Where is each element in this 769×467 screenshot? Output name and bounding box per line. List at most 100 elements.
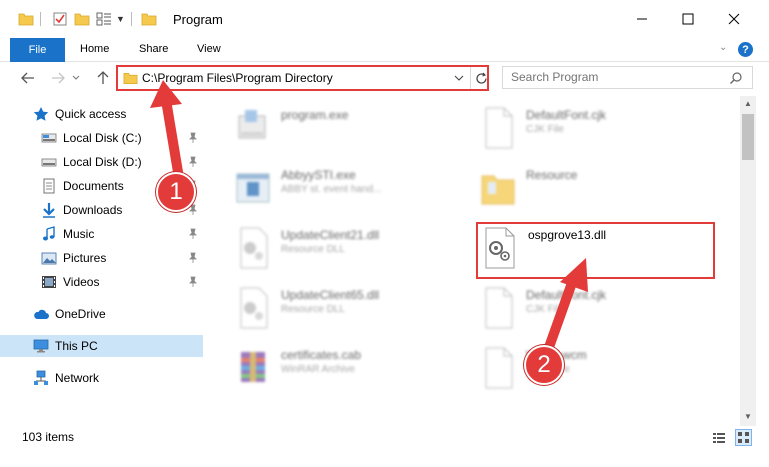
sidebar-item-videos[interactable]: Videos <box>0 271 203 293</box>
file-type: ABBY st. event hand... <box>281 184 382 195</box>
large-icons-view-icon <box>738 432 749 443</box>
pin-icon[interactable] <box>188 276 198 288</box>
file-item[interactable]: UpdateClient21.dll Resource DLL <box>235 222 465 278</box>
search-input[interactable] <box>511 70 721 84</box>
large-icons-view-button[interactable] <box>735 429 752 446</box>
forward-arrow-icon <box>52 72 65 84</box>
file-name: UpdateClient21.dll <box>281 228 380 242</box>
file-item[interactable]: WP12.wcm WCM File <box>480 342 710 398</box>
sidebar-item-label: Documents <box>63 179 124 193</box>
quick-access-dropdown-icon[interactable]: ▼ <box>116 14 125 24</box>
file-name: DefaultFont.cjk <box>526 288 607 302</box>
file-name: program.exe <box>281 108 349 122</box>
file-type: Resource DLL <box>281 244 345 255</box>
file-item[interactable]: program.exe <box>235 102 465 158</box>
cloud-icon <box>34 309 49 319</box>
music-icon <box>43 226 55 241</box>
computer-icon <box>33 339 49 353</box>
minimize-button[interactable] <box>619 0 665 38</box>
dll-icon <box>240 227 268 269</box>
scroll-up-icon[interactable]: ▲ <box>744 99 752 108</box>
sidebar-item-quick-access[interactable]: Quick access <box>0 103 203 125</box>
folder-icon <box>481 175 515 205</box>
file-item[interactable]: AbbyySTI.exe ABBY st. event hand... <box>235 162 465 218</box>
address-bar[interactable]: C:\Program Files\Program Directory <box>116 65 489 91</box>
sidebar-item-onedrive[interactable]: OneDrive <box>0 303 203 325</box>
ribbon-expand-icon[interactable]: ⌄ <box>719 42 727 53</box>
sidebar-item-this-pc[interactable]: This PC <box>0 335 203 357</box>
file-item[interactable]: certificates.cab WinRAR Archive <box>235 342 465 398</box>
tab-view[interactable]: View <box>197 43 221 55</box>
up-button[interactable] <box>93 68 113 88</box>
sidebar-item-local-disk-c[interactable]: Local Disk (C:) <box>0 127 203 149</box>
back-button[interactable] <box>18 68 38 88</box>
archive-icon <box>241 352 265 382</box>
pin-icon[interactable] <box>188 156 198 168</box>
file-name: DefaultFont.cjk <box>526 108 607 122</box>
file-item[interactable]: DefaultFont.cjk CJK File <box>480 282 710 338</box>
address-path[interactable]: C:\Program Files\Program Directory <box>142 71 333 85</box>
refresh-button[interactable] <box>474 70 488 86</box>
ribbon-bar: File Home Share View ⌄ ? <box>0 38 769 62</box>
forward-button[interactable] <box>48 68 68 88</box>
file-icon <box>485 107 513 149</box>
address-folder-icon <box>123 72 138 84</box>
details-view-icon[interactable] <box>712 431 726 445</box>
close-button[interactable] <box>711 0 757 38</box>
star-icon <box>33 107 49 121</box>
file-name: UpdateClient65.dll <box>281 288 380 302</box>
maximize-icon <box>682 13 694 25</box>
pin-icon[interactable] <box>188 132 198 144</box>
exe-window-icon <box>236 173 270 203</box>
video-icon <box>42 276 56 288</box>
tab-file[interactable]: File <box>10 38 65 62</box>
chevron-down-icon <box>454 75 464 81</box>
properties-icon[interactable] <box>52 11 68 27</box>
sidebar-item-label: Music <box>63 227 95 241</box>
sidebar-item-label: Downloads <box>63 203 123 217</box>
sidebar-item-label: Videos <box>63 275 100 289</box>
title-separator <box>131 12 132 26</box>
file-type: CJK File <box>526 124 564 135</box>
address-dropdown-button[interactable] <box>453 71 465 85</box>
pin-icon[interactable] <box>188 252 198 264</box>
window-folder-icon <box>141 13 157 26</box>
tab-share[interactable]: Share <box>139 43 168 55</box>
sidebar-item-network[interactable]: Network <box>0 367 203 389</box>
network-icon <box>34 370 48 385</box>
drive-icon <box>41 133 57 143</box>
search-box[interactable] <box>502 66 753 89</box>
help-icon[interactable]: ? <box>738 42 753 57</box>
step-marker-1: 1 <box>156 172 196 212</box>
vertical-scrollbar[interactable]: ▲ ▼ <box>740 96 756 426</box>
tab-home[interactable]: Home <box>80 43 109 55</box>
highlight-box <box>476 222 715 279</box>
file-item[interactable]: UpdateClient65.dll Resource DLL <box>235 282 465 338</box>
file-name: Resource <box>526 168 578 182</box>
file-type: WinRAR Archive <box>281 364 355 375</box>
maximize-button[interactable] <box>665 0 711 38</box>
documents-icon <box>43 178 55 194</box>
sidebar-item-label: Quick access <box>55 107 127 121</box>
file-item[interactable]: DefaultFont.cjk CJK File <box>480 102 710 158</box>
recent-locations-button[interactable] <box>70 68 82 88</box>
sidebar-item-music[interactable]: Music <box>0 223 203 245</box>
sidebar-item-label: OneDrive <box>55 307 106 321</box>
pin-icon[interactable] <box>188 228 198 240</box>
file-list: program.exe DefaultFont.cjk CJK File Abb… <box>205 96 740 426</box>
folder-icon[interactable] <box>18 11 34 27</box>
step-marker-2: 2 <box>524 345 564 385</box>
new-folder-icon[interactable] <box>74 11 90 27</box>
file-item[interactable]: Resource <box>480 162 710 218</box>
download-icon <box>43 203 55 218</box>
view-layout-icon[interactable] <box>96 11 112 27</box>
title-bar: ▼ Program <box>0 0 769 38</box>
search-icon[interactable] <box>729 71 743 85</box>
scroll-down-icon[interactable]: ▼ <box>744 412 752 421</box>
sidebar-item-label: Network <box>55 371 100 385</box>
sidebar-item-local-disk-d[interactable]: Local Disk (D:) <box>0 151 203 173</box>
file-type: CJK File <box>526 304 564 315</box>
back-arrow-icon <box>21 72 34 84</box>
scroll-thumb[interactable] <box>742 114 754 160</box>
sidebar-item-pictures[interactable]: Pictures <box>0 247 203 269</box>
